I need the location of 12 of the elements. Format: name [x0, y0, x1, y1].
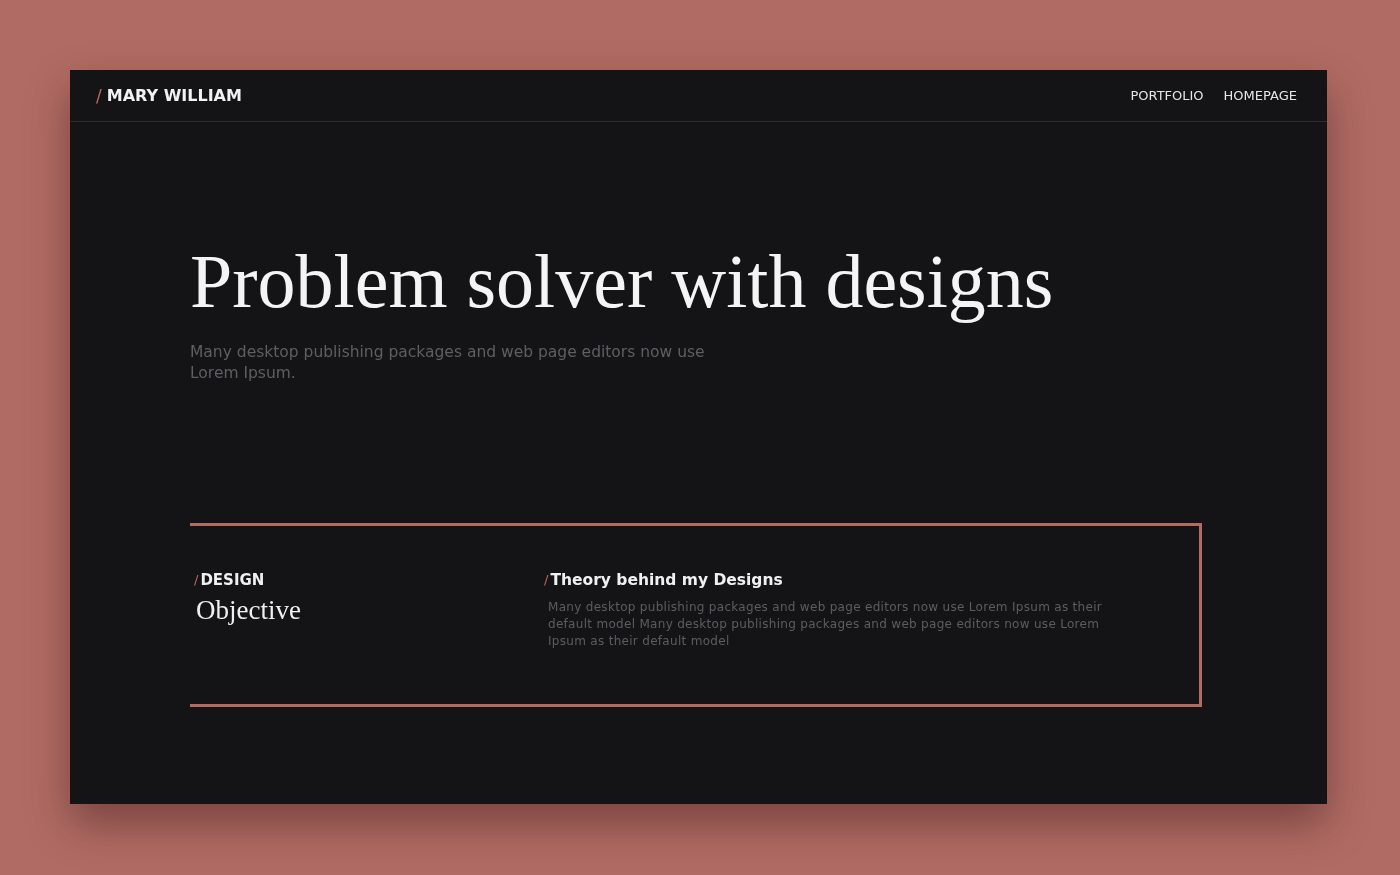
brand-name[interactable]: MARY WILLIAM	[106, 86, 242, 105]
section-body: Many desktop publishing packages and web page editors now use Lorem Ipsum as their default model Many desktop publishing packages and web page editors now use Lorem Ipsum as their default model	[548, 598, 1104, 650]
slash-mark: /	[544, 572, 549, 588]
section-heading: Theory behind my Designs	[550, 570, 783, 589]
slash-mark: /	[194, 572, 199, 588]
nav-link[interactable]: HOMEPAGE	[1223, 88, 1297, 103]
hero-subtitle: Many desktop publishing packages and web page editors now use Lorem Ipsum.	[190, 341, 706, 385]
nav-link[interactable]: PORTFOLIO	[1130, 88, 1204, 103]
hero-title: Problem solver with designs	[190, 240, 1055, 324]
section-label: DESIGN	[200, 570, 265, 589]
section-title: Objective	[196, 594, 302, 626]
slash-mark: /	[96, 85, 102, 106]
